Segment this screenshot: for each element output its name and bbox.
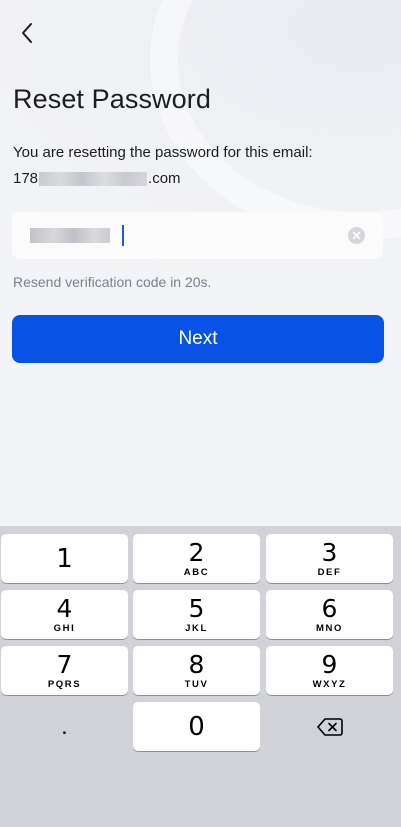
key-5[interactable]: 5 JKL xyxy=(133,590,260,639)
backspace-icon xyxy=(316,717,343,736)
key-1[interactable]: 1 xyxy=(1,534,128,583)
email-suffix: .com xyxy=(148,170,181,187)
key-6[interactable]: 6 MNO xyxy=(266,590,393,639)
key-7[interactable]: 7 PQRS xyxy=(1,646,128,695)
numeric-keypad: 1 2 ABC 3 DEF 4 GHI 5 JKL 6 MNO 7 PQRS 8 xyxy=(0,526,401,827)
key-dot[interactable]: . xyxy=(1,702,128,751)
reset-description: You are resetting the password for this … xyxy=(13,144,313,161)
key-3[interactable]: 3 DEF xyxy=(266,534,393,583)
page-title: Reset Password xyxy=(13,84,211,114)
key-2[interactable]: 2 ABC xyxy=(133,534,260,583)
text-caret xyxy=(122,225,124,246)
code-redacted xyxy=(30,228,110,243)
key-8[interactable]: 8 TUV xyxy=(133,646,260,695)
background-decoration xyxy=(150,0,401,240)
verification-code-input[interactable] xyxy=(12,212,383,259)
resend-countdown: Resend verification code in 20s. xyxy=(13,274,212,290)
key-0[interactable]: 0 xyxy=(133,702,260,751)
email-display: 178 .com xyxy=(13,170,181,187)
delete-key[interactable] xyxy=(266,702,393,751)
email-prefix: 178 xyxy=(13,170,39,187)
reset-password-screen: Reset Password You are resetting the pas… xyxy=(0,0,401,827)
back-button[interactable] xyxy=(12,18,42,48)
chevron-left-icon xyxy=(22,23,32,43)
email-redacted xyxy=(39,171,148,186)
clear-circle-icon[interactable] xyxy=(348,227,365,244)
key-9[interactable]: 9 WXYZ xyxy=(266,646,393,695)
next-button[interactable]: Next xyxy=(12,315,384,363)
key-4[interactable]: 4 GHI xyxy=(1,590,128,639)
